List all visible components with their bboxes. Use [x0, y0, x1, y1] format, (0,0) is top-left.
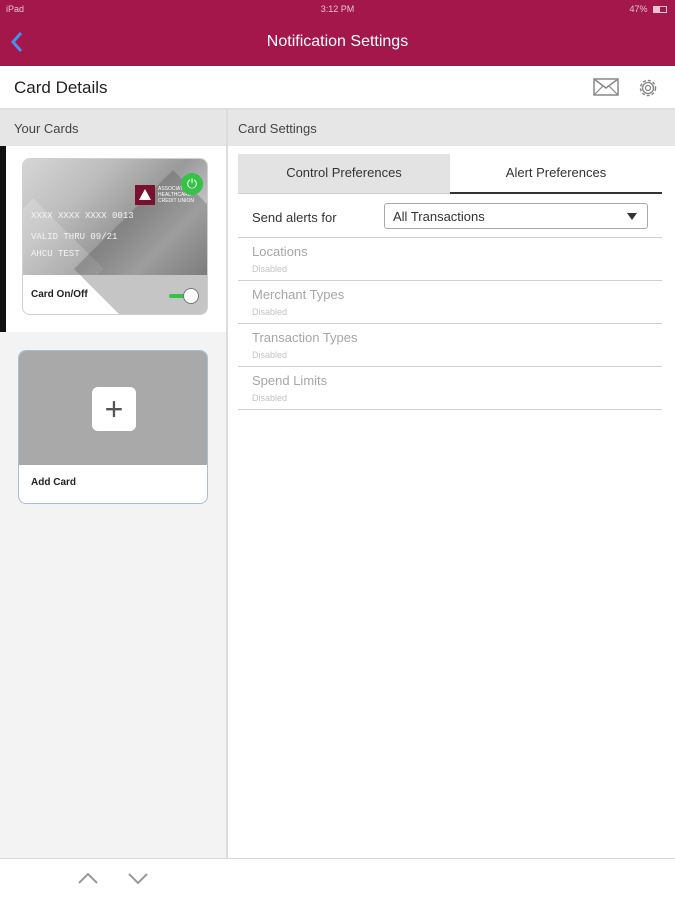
- option-name: Merchant Types: [252, 287, 345, 302]
- option-row-spend-limits: Spend Limits Disabled: [238, 367, 662, 410]
- your-cards-header: Your Cards: [0, 110, 226, 146]
- mail-icon: [593, 78, 619, 96]
- card-valid-thru: VALID THRU 09/21: [31, 232, 118, 242]
- status-bar: iPad 3:12 PM 47%: [0, 0, 675, 20]
- preferences-tabs: Control Preferences Alert Preferences: [238, 154, 662, 194]
- option-row-locations: Locations Disabled: [238, 238, 662, 281]
- send-alerts-row: Send alerts for All Transactions: [238, 196, 662, 238]
- option-status: Disabled: [252, 393, 288, 403]
- your-cards-panel: Your Cards ASSOCIATED HEALTHCARE CREDIT …: [0, 110, 226, 860]
- card-footer: Card On/Off: [23, 275, 207, 314]
- dropdown-caret-icon: [627, 213, 637, 220]
- card-image: ASSOCIATED HEALTHCARE CREDIT UNION ⏻ XXX…: [23, 159, 207, 314]
- tab-alert-preferences[interactable]: Alert Preferences: [450, 154, 662, 194]
- chevron-up-icon: [78, 872, 98, 884]
- selected-card-item[interactable]: ASSOCIATED HEALTHCARE CREDIT UNION ⏻ XXX…: [0, 146, 226, 332]
- section-title: Card Details: [14, 78, 108, 97]
- card-settings-title: Card Settings: [238, 121, 317, 136]
- option-name: Locations: [252, 244, 308, 259]
- your-cards-title: Your Cards: [14, 121, 79, 136]
- add-card-label: Add Card: [31, 477, 76, 488]
- option-status: Disabled: [252, 307, 288, 317]
- battery-percent: 47%: [629, 4, 648, 14]
- credit-card-tile[interactable]: ASSOCIATED HEALTHCARE CREDIT UNION ⏻ XXX…: [22, 158, 208, 315]
- card-toggle-label: Card On/Off: [31, 289, 88, 300]
- send-alerts-label: Send alerts for: [252, 210, 337, 225]
- option-row-transaction-types: Transaction Types Disabled: [238, 324, 662, 367]
- add-card-image: +: [19, 351, 207, 465]
- card-on-off-toggle[interactable]: [169, 287, 199, 305]
- issuer-logo-icon: [135, 185, 155, 205]
- option-status: Disabled: [252, 350, 288, 360]
- tab-control-preferences[interactable]: Control Preferences: [238, 154, 450, 194]
- add-card-button[interactable]: + Add Card: [18, 350, 208, 504]
- status-time: 3:12 PM: [320, 4, 355, 14]
- chevron-down-icon: [128, 873, 148, 885]
- bottom-toolbar: [0, 858, 675, 900]
- battery-status: 47%: [629, 4, 667, 14]
- power-icon[interactable]: ⏻: [181, 173, 203, 195]
- send-alerts-value: All Transactions: [393, 209, 485, 224]
- card-settings-header: Card Settings: [228, 110, 675, 146]
- scroll-down-button[interactable]: [126, 869, 150, 889]
- scroll-up-button[interactable]: [76, 869, 100, 889]
- option-name: Spend Limits: [252, 373, 328, 388]
- panel-divider: [226, 110, 228, 900]
- card-number: XXXX XXXX XXXX 0013: [31, 211, 134, 221]
- option-row-merchant-types: Merchant Types Disabled: [238, 281, 662, 324]
- option-status: Disabled: [252, 264, 288, 274]
- mail-button[interactable]: [592, 76, 620, 100]
- nav-bar: Notification Settings: [0, 20, 675, 66]
- battery-icon: [653, 6, 667, 13]
- settings-button[interactable]: [636, 76, 664, 100]
- page-title: Notification Settings: [266, 33, 409, 50]
- card-holder: AHCU TEST: [31, 249, 80, 259]
- send-alerts-select[interactable]: All Transactions: [384, 203, 648, 229]
- gear-icon: [639, 79, 657, 97]
- card-details-header: Card Details: [0, 66, 675, 110]
- selection-indicator: [0, 146, 6, 332]
- plus-icon: +: [92, 387, 136, 431]
- option-name: Transaction Types: [252, 330, 358, 345]
- toggle-knob: [183, 288, 199, 304]
